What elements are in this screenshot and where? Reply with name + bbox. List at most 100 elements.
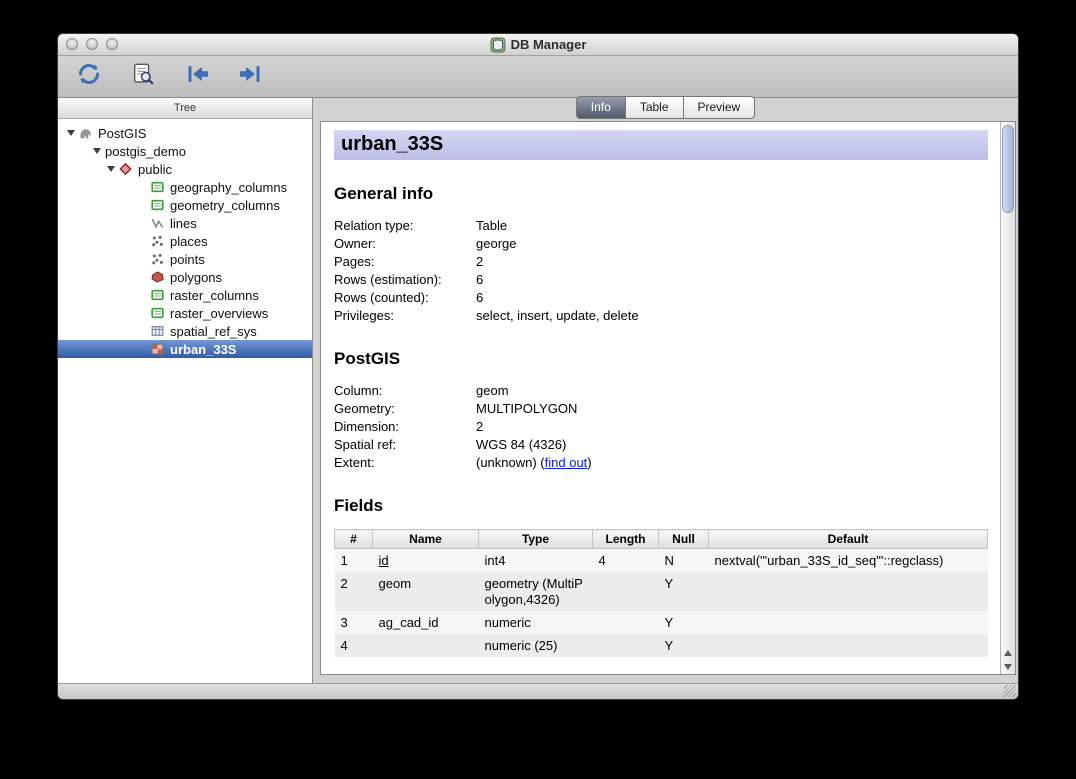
tree-item-label: urban_33S <box>169 342 236 357</box>
disclosure-triangle-icon[interactable] <box>90 148 104 154</box>
info-label: Dimension: <box>334 418 476 436</box>
info-label: Owner: <box>334 235 476 253</box>
column-header-default: Default <box>709 530 988 549</box>
info-label: Rows (counted): <box>334 289 476 307</box>
close-button[interactable] <box>66 38 78 50</box>
field-type: geometry (MultiPolygon,4326) <box>479 572 593 611</box>
column-header-num: # <box>335 530 373 549</box>
zoom-button[interactable] <box>106 38 118 50</box>
field-num: 3 <box>335 611 373 634</box>
tree-item-polygons[interactable]: polygons <box>58 268 312 286</box>
tree-item-geography_columns[interactable]: geography_columns <box>58 178 312 196</box>
field-row: 2geomgeometry (MultiPolygon,4326)Y <box>335 572 988 611</box>
tree-panel-header: Tree <box>58 98 312 119</box>
tree-item-places[interactable]: places <box>58 232 312 250</box>
fields-table: #NameTypeLengthNullDefault 1idint44Nnext… <box>334 529 988 657</box>
export-layer-button[interactable] <box>236 61 266 93</box>
field-length <box>593 611 659 634</box>
titlebar[interactable]: DB Manager <box>58 34 1018 56</box>
table-plain-icon <box>150 324 169 338</box>
field-row: 1idint44Nnextval('"urban_33S_id_seq"'::r… <box>335 549 988 573</box>
scroll-up-button[interactable] <box>1002 648 1015 657</box>
tree-item-raster_overviews[interactable]: raster_overviews <box>58 304 312 322</box>
points-icon <box>150 252 169 266</box>
column-header-length: Length <box>593 530 659 549</box>
postgis-icon <box>78 126 97 140</box>
tree-item-urban_33S[interactable]: urban_33S <box>58 340 312 358</box>
info-value: geom <box>476 382 509 400</box>
info-value: MULTIPOLYGON <box>476 400 577 418</box>
field-num: 4 <box>335 634 373 657</box>
tree-item-spatial_ref_sys[interactable]: spatial_ref_sys <box>58 322 312 340</box>
tree-item-label: spatial_ref_sys <box>169 324 257 339</box>
info-value-text: MULTIPOLYGON <box>476 401 577 416</box>
content-scrollbar[interactable] <box>1000 122 1015 674</box>
tree-item-public[interactable]: public <box>58 160 312 178</box>
info-value-text: (unknown) ( <box>476 455 545 470</box>
field-default <box>709 634 988 657</box>
find-out-link[interactable]: find out <box>545 455 588 470</box>
refresh-button[interactable] <box>74 61 104 93</box>
info-value-text: geom <box>476 383 509 398</box>
raster-icon <box>150 342 169 356</box>
info-value-text: 6 <box>476 272 483 287</box>
info-value-text: WGS 84 (4326) <box>476 437 566 452</box>
info-row: Relation type:Table <box>334 217 988 235</box>
import-layer-button[interactable] <box>182 61 212 93</box>
info-row: Rows (counted):6 <box>334 289 988 307</box>
minimize-button[interactable] <box>86 38 98 50</box>
table-green-icon <box>150 288 169 302</box>
info-frame: urban_33S General infoRelation type:Tabl… <box>320 121 1016 675</box>
field-row: 3ag_cad_idnumericY <box>335 611 988 634</box>
resize-grip[interactable] <box>1004 685 1016 697</box>
info-row: Rows (estimation):6 <box>334 271 988 289</box>
tree-item-label: raster_columns <box>169 288 259 303</box>
info-value: 2 <box>476 253 483 271</box>
info-value-text: 2 <box>476 254 483 269</box>
info-value-text: Table <box>476 218 507 233</box>
info-label: Column: <box>334 382 476 400</box>
info-row: Privileges:select, insert, update, delet… <box>334 307 988 325</box>
scroll-down-button[interactable] <box>1002 662 1015 671</box>
tree-item-lines[interactable]: lines <box>58 214 312 232</box>
tree-item-label: PostGIS <box>97 126 146 141</box>
sql-window-icon <box>131 62 155 91</box>
tab-table[interactable]: Table <box>625 96 684 119</box>
info-value: (unknown) (find out) <box>476 454 592 472</box>
field-type: numeric <box>479 611 593 634</box>
disclosure-triangle-icon[interactable] <box>64 130 78 136</box>
refresh-icon <box>76 61 102 92</box>
field-name: geom <box>373 572 479 611</box>
tree-item-label: geography_columns <box>169 180 287 195</box>
tab-preview[interactable]: Preview <box>683 96 756 119</box>
info-sections: General info Relation type:TableOwner: geo… <box>334 184 988 472</box>
sql-window-button[interactable] <box>128 61 158 93</box>
tree-item-raster_columns[interactable]: raster_columns <box>58 286 312 304</box>
field-type: int4 <box>479 549 593 573</box>
info-content: urban_33S General infoRelation type:Tabl… <box>321 122 1000 674</box>
field-row: 4numeric (25)Y <box>335 634 988 657</box>
field-default: nextval('"urban_33S_id_seq"'::regclass) <box>709 549 988 573</box>
tab-info[interactable]: Info <box>576 96 626 119</box>
detail-panel: InfoTablePreview urban_33S General infoR… <box>313 98 1018 683</box>
db-tree: PostGISpostgis_demopublic geography_colum… <box>58 119 312 683</box>
scrollbar-thumb[interactable] <box>1002 125 1014 213</box>
info-label: Extent: <box>334 454 476 472</box>
tree-item-label: polygons <box>169 270 222 285</box>
tree-item-points[interactable]: points <box>58 250 312 268</box>
tree-item-geometry_columns[interactable]: geometry_columns <box>58 196 312 214</box>
tree-item-PostGIS[interactable]: PostGIS <box>58 124 312 142</box>
info-label: Rows (estimation): <box>334 271 476 289</box>
info-value: 6 <box>476 289 483 307</box>
info-value-text: select, insert, update, delete <box>476 308 639 323</box>
info-value: 2 <box>476 418 483 436</box>
tree-item-postgis_demo[interactable]: postgis_demo <box>58 142 312 160</box>
table-green-icon <box>150 198 169 212</box>
disclosure-triangle-icon[interactable] <box>104 166 118 172</box>
field-length <box>593 572 659 611</box>
field-null: Y <box>659 634 709 657</box>
db-manager-app-icon <box>490 37 506 53</box>
polygon-icon <box>150 270 169 284</box>
section-heading: General info <box>334 184 988 204</box>
info-value: WGS 84 (4326) <box>476 436 566 454</box>
